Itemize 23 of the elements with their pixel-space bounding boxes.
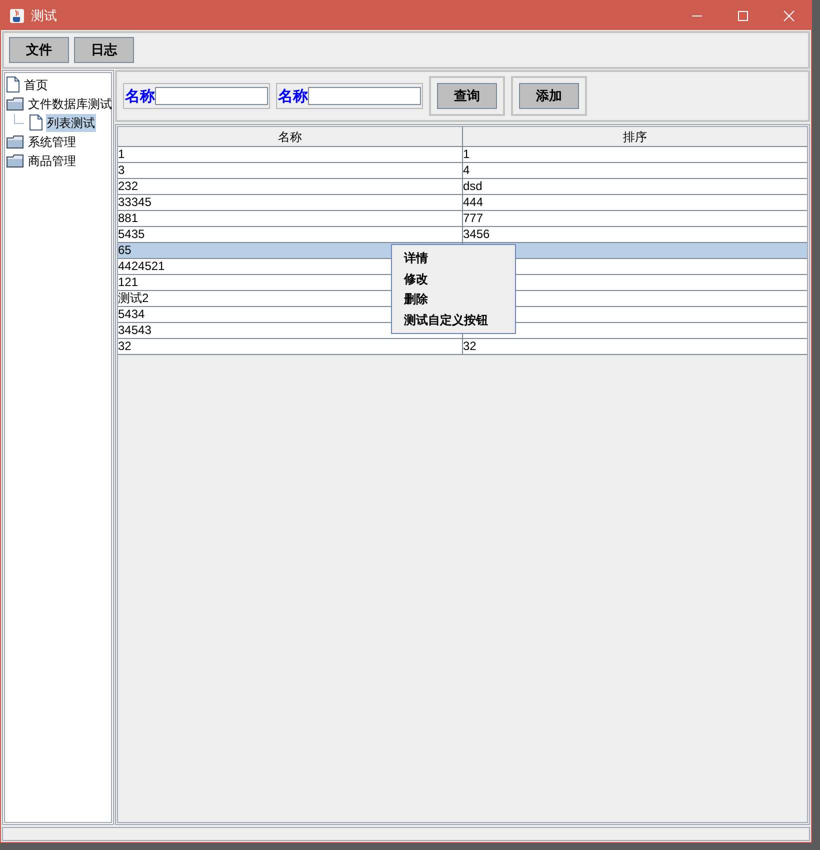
table-cell: 32 [463,339,476,353]
field-label: 名称 [278,86,308,107]
table-cell: 232 [118,179,138,193]
table-cell: 65 [118,243,132,257]
table-cell: 881 [118,211,138,225]
table-cell: 5434 [118,307,145,321]
table-cell: 4424521 [118,259,165,273]
table-cell: 33345 [118,195,152,209]
table-cell: 777 [463,211,484,225]
table-cell: 1 [118,147,125,161]
table-cell: 3456 [463,227,490,241]
table-cell: 测试2 [118,291,149,305]
table-cell: 3 [118,163,125,177]
window-title: 测试 [31,6,57,25]
table-cell: 444 [463,195,484,209]
field-label: 名称 [125,86,155,107]
table-cell: dsd [463,179,482,193]
table-cell: 1 [463,147,470,161]
table-cell: 4 [463,163,470,177]
table-cell: 121 [118,275,138,289]
table-cell: 32 [118,339,132,353]
table-cell: 5435 [118,227,145,241]
table-cell: 34543 [118,323,152,337]
